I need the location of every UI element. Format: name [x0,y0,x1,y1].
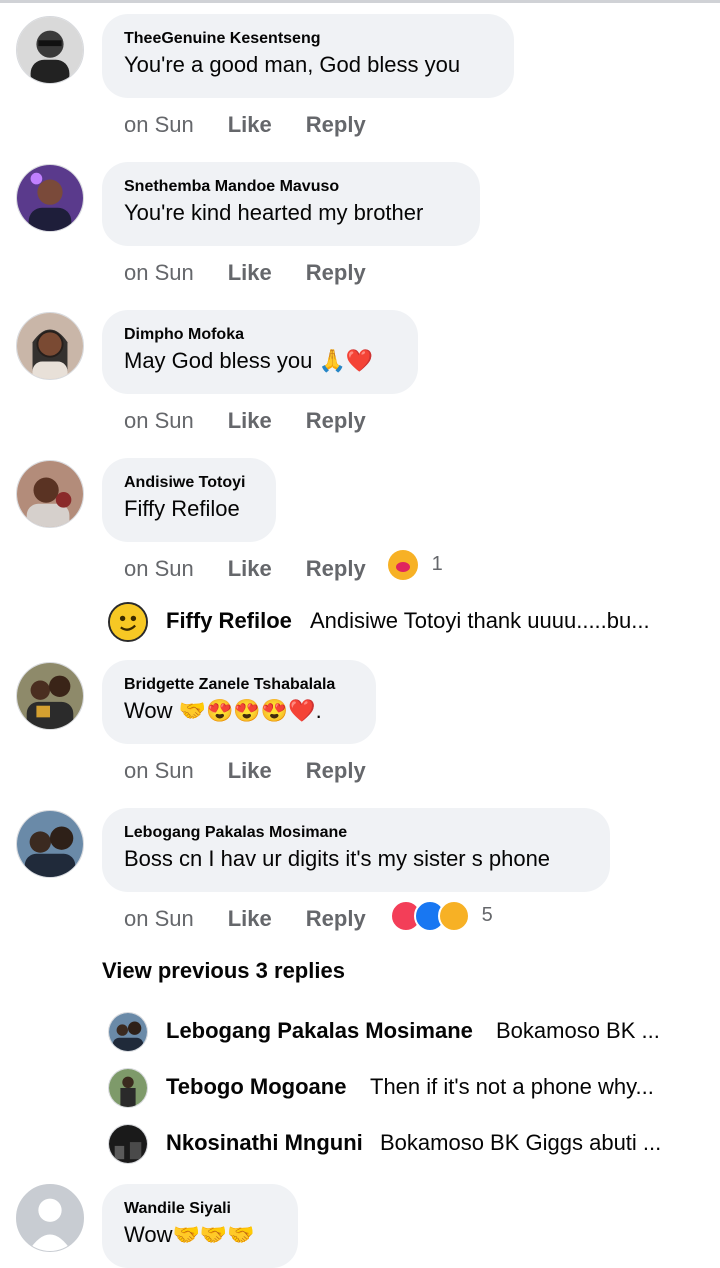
like-button[interactable]: Like [228,260,272,286]
comment-text: You're kind hearted my brother [124,200,424,225]
avatar[interactable] [16,164,84,232]
like-button[interactable]: Like [228,112,272,138]
comment-text-body: Wow [124,698,173,723]
comment-actions: on Sun Like Reply [124,556,366,582]
avatar[interactable] [16,810,84,878]
comment-text: Fiffy Refiloe [124,496,240,521]
avatar[interactable] [16,662,84,730]
comment-time[interactable]: on Sun [124,408,194,434]
like-button[interactable]: Like [228,408,272,434]
reply-author[interactable]: Tebogo Mogoane [166,1074,346,1100]
comment-bubble[interactable]: Lebogang Pakalas Mosimane Boss cn I hav … [102,808,610,892]
reply-button[interactable]: Reply [306,556,366,582]
reaction-count: 5 [481,904,493,927]
avatar [108,1012,148,1052]
reaction-summary[interactable]: 5 [390,900,493,932]
comment-bubble[interactable]: Dimpho Mofoka May God bless you 🙏❤️ [102,310,418,394]
comment-author[interactable]: Bridgette Zanele Tshabalala [124,674,354,696]
reaction-count: 1 [431,553,443,576]
comment-time[interactable]: on Sun [124,112,194,138]
comment-time[interactable]: on Sun [124,260,194,286]
comment-author[interactable]: Dimpho Mofoka [124,324,396,346]
avatar[interactable] [16,312,84,380]
avatar[interactable] [16,16,84,84]
reply-button[interactable]: Reply [306,758,366,784]
comment-text-body: May God bless you [124,348,313,373]
comment-bubble[interactable]: Andisiwe Totoyi Fiffy Refiloe [102,458,276,542]
like-button[interactable]: Like [228,556,272,582]
comment-text: You're a good man, God bless you [124,52,461,77]
comment-author[interactable]: TheeGenuine Kesentseng [124,28,492,50]
comment-actions: on Sun Like Reply [124,408,366,434]
reply-preview[interactable]: Fiffy Refiloe Andisiwe Totoyi thank uuuu… [108,602,688,642]
reply-text: Bokamoso BK Giggs abuti ... [380,1130,662,1155]
comment-text: Boss cn I hav ur digits it's my sister s… [124,846,551,871]
top-divider [0,0,720,3]
handshake-emoji: 🤝🤝🤝 [172,1222,255,1247]
comment-text: Wow 🤝😍😍😍❤️. [124,696,354,726]
reply-button[interactable]: Reply [306,112,366,138]
comment-actions: on Sun Like Reply [124,906,366,932]
reply-preview[interactable]: Lebogang Pakalas Mosimane Bokamoso BK ..… [108,1012,688,1052]
reply-author[interactable]: Lebogang Pakalas Mosimane [166,1018,473,1044]
comment-actions: on Sun Like Reply [124,112,366,138]
comment-author[interactable]: Andisiwe Totoyi [124,472,254,494]
reply-text: Andisiwe Totoyi thank uuuu.....bu... [310,608,650,633]
comment-bubble[interactable]: Wandile Siyali Wow🤝🤝🤝 [102,1184,298,1268]
comment-actions: on Sun Like Reply [124,260,366,286]
like-button[interactable]: Like [228,906,272,932]
avatar [108,1068,148,1108]
view-previous-replies-link[interactable]: View previous 3 replies [102,958,345,984]
comment-author[interactable]: Wandile Siyali [124,1198,276,1220]
reply-text: Bokamoso BK ... [496,1018,660,1043]
avatar [108,602,148,642]
comment-time[interactable]: on Sun [124,906,194,932]
comment-text-body: Wow [124,1222,173,1247]
avatar[interactable] [16,460,84,528]
wow-reaction-icon [438,900,470,932]
reply-button[interactable]: Reply [306,906,366,932]
reaction-summary[interactable]: 1 [388,550,443,580]
reply-preview[interactable]: Tebogo Mogoane Then if it's not a phone … [108,1068,688,1108]
comment-bubble[interactable]: Bridgette Zanele Tshabalala Wow 🤝😍😍😍❤️. [102,660,376,744]
care-reaction-icon [388,550,418,580]
comment-author[interactable]: Lebogang Pakalas Mosimane [124,822,588,844]
avatar[interactable] [16,1184,84,1252]
avatar [108,1124,148,1164]
comment-actions: on Sun Like Reply [124,758,366,784]
handshake-hearts-emoji: 🤝😍😍😍❤️. [178,698,322,723]
comment-author[interactable]: Snethemba Mandoe Mavuso [124,176,458,198]
reply-text: Then if it's not a phone why... [370,1074,654,1099]
reply-preview[interactable]: Nkosinathi Mnguni Bokamoso BK Giggs abut… [108,1124,688,1164]
comment-bubble[interactable]: Snethemba Mandoe Mavuso You're kind hear… [102,162,480,246]
pray-heart-emoji: 🙏❤️ [318,348,374,373]
comment-time[interactable]: on Sun [124,758,194,784]
reply-author[interactable]: Nkosinathi Mnguni [166,1130,363,1156]
reply-button[interactable]: Reply [306,260,366,286]
comment-text: Wow🤝🤝🤝 [124,1220,276,1250]
comment-time[interactable]: on Sun [124,556,194,582]
like-button[interactable]: Like [228,758,272,784]
reply-author[interactable]: Fiffy Refiloe [166,608,292,634]
comment-bubble[interactable]: TheeGenuine Kesentseng You're a good man… [102,14,514,98]
comment-text: May God bless you 🙏❤️ [124,346,396,376]
reply-button[interactable]: Reply [306,408,366,434]
